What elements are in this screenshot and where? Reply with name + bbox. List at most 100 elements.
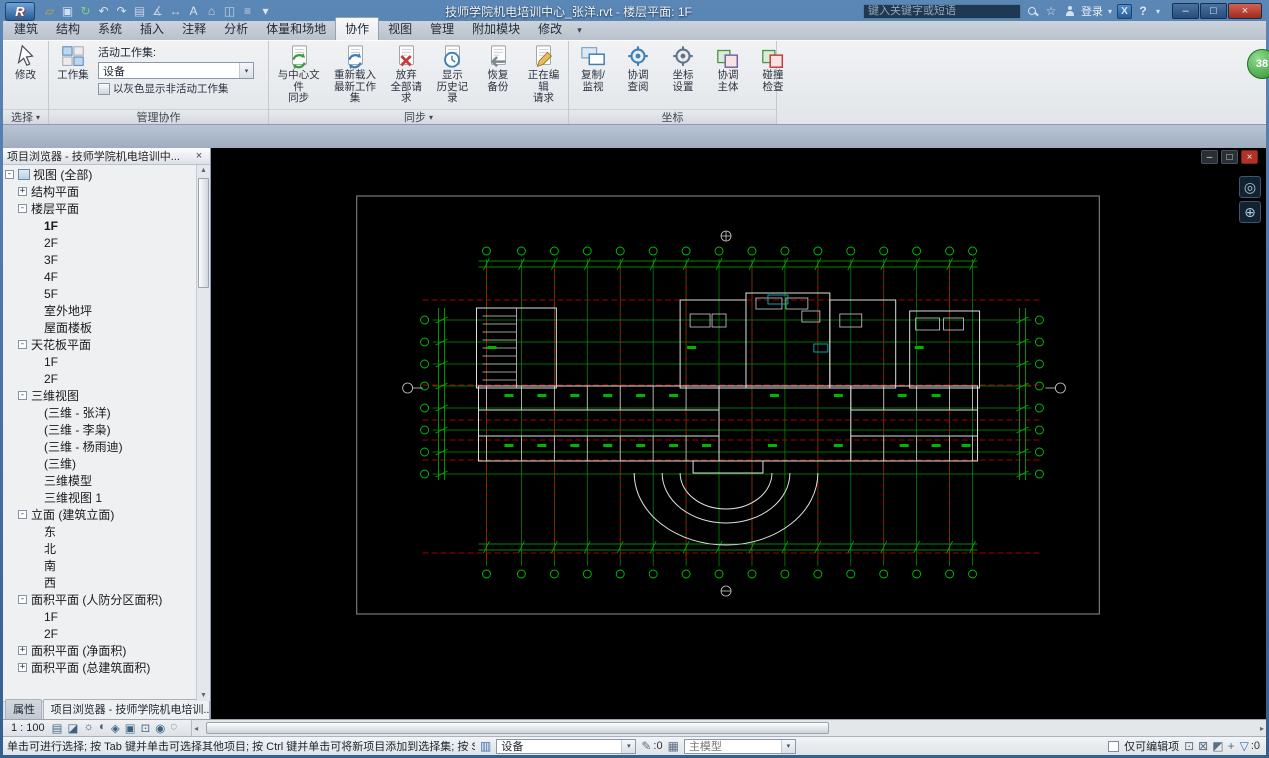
combo-arrow-icon[interactable]: ▾ xyxy=(780,739,795,753)
undo-icon[interactable]: ↶ xyxy=(95,3,112,20)
user-icon[interactable] xyxy=(1062,3,1078,19)
help-icon[interactable]: ? xyxy=(1135,3,1151,19)
sign-in-caret-icon[interactable]: ▾ xyxy=(1106,3,1114,19)
coordination-review-button[interactable]: 协调 查阅 xyxy=(616,43,660,94)
ribbon-tab-体量和场地[interactable]: 体量和场地 xyxy=(257,18,335,40)
search-input[interactable] xyxy=(863,3,1021,19)
tree-item[interactable]: - 面积平面 (人防分区面积) xyxy=(3,591,196,608)
tree-item[interactable]: 1F xyxy=(3,608,196,625)
copy-monitor-button[interactable]: 复制/监视 xyxy=(571,43,615,94)
select-pinned-icon[interactable]: ⊠ xyxy=(1198,739,1208,753)
tree-item[interactable]: 屋面楼板 xyxy=(3,319,196,336)
coordination-host-button[interactable]: 协调 主体 xyxy=(706,43,750,94)
help-caret-icon[interactable]: ▾ xyxy=(1154,3,1162,19)
show-rendering-dialog-icon[interactable]: ◈ xyxy=(111,721,120,735)
tree-item[interactable]: 2F xyxy=(3,370,196,387)
ribbon-tab-分析[interactable]: 分析 xyxy=(215,18,257,40)
tree-expander-icon[interactable]: + xyxy=(18,187,27,196)
tree-item[interactable]: 西 xyxy=(3,574,196,591)
gray-inactive-worksets-toggle[interactable]: 以灰色显示非活动工作集 xyxy=(98,81,254,96)
ribbon-tab-插入[interactable]: 插入 xyxy=(131,18,173,40)
tree-item[interactable]: (三维 - 李枭) xyxy=(3,421,196,438)
tree-item[interactable]: - 立面 (建筑立面) xyxy=(3,506,196,523)
tree-item[interactable]: 2F xyxy=(3,234,196,251)
ribbon-tab-管理[interactable]: 管理 xyxy=(421,18,463,40)
restore-backup-button[interactable]: 恢复 备份 xyxy=(476,43,520,94)
tree-item[interactable]: 三维视图 1 xyxy=(3,489,196,506)
ribbon-tab-系统[interactable]: 系统 xyxy=(89,18,131,40)
selection-filter-icon[interactable]: ▽ xyxy=(1240,739,1249,753)
tab-properties[interactable]: 属性 xyxy=(5,699,42,719)
ribbon-tab-附加模块[interactable]: 附加模块 xyxy=(463,18,529,40)
tree-item[interactable]: - 天花板平面 xyxy=(3,336,196,353)
tree-item[interactable]: 东 xyxy=(3,523,196,540)
default-3d-view-icon[interactable]: ⌂ xyxy=(203,3,220,20)
view-restore-icon[interactable]: □ xyxy=(1221,150,1238,164)
qat-menu-icon[interactable]: ▾ xyxy=(257,3,274,20)
tab-project-browser[interactable]: 项目浏览器 - 技师学院机电培训... xyxy=(42,699,210,719)
measure-icon[interactable]: ∡ xyxy=(149,3,166,20)
ribbon-tab-修改[interactable]: 修改 xyxy=(529,18,571,40)
ribbon-tab-协作[interactable]: 协作 xyxy=(335,17,380,40)
hscroll-thumb[interactable] xyxy=(206,722,829,734)
reveal-hidden-elements-icon[interactable]: ◌ xyxy=(170,721,177,735)
coordination-settings-button[interactable]: 坐标 设置 xyxy=(661,43,705,94)
tree-item[interactable]: 北 xyxy=(3,540,196,557)
editing-requests-button[interactable]: 正在编辑 请求 xyxy=(521,43,566,106)
tree-expander-icon[interactable]: + xyxy=(18,646,27,655)
thin-lines-icon[interactable]: ≡ xyxy=(239,3,256,20)
shadows-icon[interactable]: ◐ xyxy=(99,721,106,735)
tree-item[interactable]: + 面积平面 (总建筑面积) xyxy=(3,659,196,676)
tree-item[interactable]: (三维 - 张洋) xyxy=(3,404,196,421)
tree-item[interactable]: 5F xyxy=(3,285,196,302)
search-icon[interactable] xyxy=(1024,3,1040,19)
scale-button[interactable]: 1 : 100 xyxy=(8,722,48,734)
zoom-icon[interactable]: ⊕ xyxy=(1239,201,1261,223)
tree-expander-icon[interactable]: - xyxy=(18,340,27,349)
scroll-down-icon[interactable]: ▼ xyxy=(197,692,210,699)
tree-item[interactable]: 3F xyxy=(3,251,196,268)
panel-label-synchronize[interactable]: 同步 ▾ xyxy=(269,109,568,124)
tree-item[interactable]: 三维模型 xyxy=(3,472,196,489)
open-icon[interactable]: ▱ xyxy=(41,3,58,20)
editable-only-checkbox[interactable] xyxy=(1108,740,1120,752)
combo-arrow-icon[interactable]: ▾ xyxy=(621,739,636,753)
reload-latest-button[interactable]: 重新载入 最新工作集 xyxy=(327,43,382,106)
scroll-left-icon[interactable]: ◂ xyxy=(194,720,198,736)
drag-on-selection-icon[interactable]: + xyxy=(1228,739,1235,753)
worksets-status-icon[interactable]: ▥ xyxy=(480,739,491,753)
workset-status-combo[interactable]: 设备 ▾ xyxy=(496,738,637,754)
tree-item[interactable]: 1F xyxy=(3,217,196,234)
tree-item[interactable]: 南 xyxy=(3,557,196,574)
close-button[interactable]: × xyxy=(1228,3,1262,19)
tree-expander-icon[interactable]: - xyxy=(18,204,27,213)
show-history-button[interactable]: 显示 历史记录 xyxy=(430,43,475,106)
project-browser-close-icon[interactable]: × xyxy=(192,150,206,162)
scrollbar-thumb[interactable] xyxy=(198,178,209,288)
sign-in-button[interactable]: 登录 xyxy=(1081,3,1103,19)
tree-item[interactable]: 室外地坪 xyxy=(3,302,196,319)
active-workset-combo[interactable]: 设备 ▾ xyxy=(98,62,254,79)
sun-path-icon[interactable]: ☼ xyxy=(83,721,94,735)
tree-expander-icon[interactable]: - xyxy=(18,510,27,519)
tree-expander-icon[interactable]: - xyxy=(18,595,27,604)
crop-view-icon[interactable]: ▣ xyxy=(125,721,136,735)
print-icon[interactable]: ▤ xyxy=(131,3,148,20)
combo-arrow-icon[interactable]: ▾ xyxy=(239,63,253,78)
sync-with-central-icon[interactable]: ↻ xyxy=(77,3,94,20)
tree-item[interactable]: - 楼层平面 xyxy=(3,200,196,217)
worksets-button[interactable]: 工作集 xyxy=(51,43,95,83)
minimize-button[interactable]: – xyxy=(1172,3,1199,19)
tree-item[interactable]: - 视图 (全部) xyxy=(3,166,196,183)
tree-expander-icon[interactable]: - xyxy=(5,170,14,179)
tree-item[interactable]: + 结构平面 xyxy=(3,183,196,200)
navigation-wheel-icon[interactable]: ◎ xyxy=(1239,176,1261,198)
detail-level-icon[interactable]: ▤ xyxy=(52,721,63,735)
modify-button[interactable]: 修改 xyxy=(4,43,48,83)
view-minimize-icon[interactable]: – xyxy=(1201,150,1218,164)
ribbon-tab-建筑[interactable]: 建筑 xyxy=(5,18,47,40)
tree-item[interactable]: (三维) xyxy=(3,455,196,472)
design-options-icon[interactable]: ▦ xyxy=(668,739,679,753)
show-crop-region-icon[interactable]: ⊡ xyxy=(141,721,151,735)
tree-item[interactable]: 4F xyxy=(3,268,196,285)
